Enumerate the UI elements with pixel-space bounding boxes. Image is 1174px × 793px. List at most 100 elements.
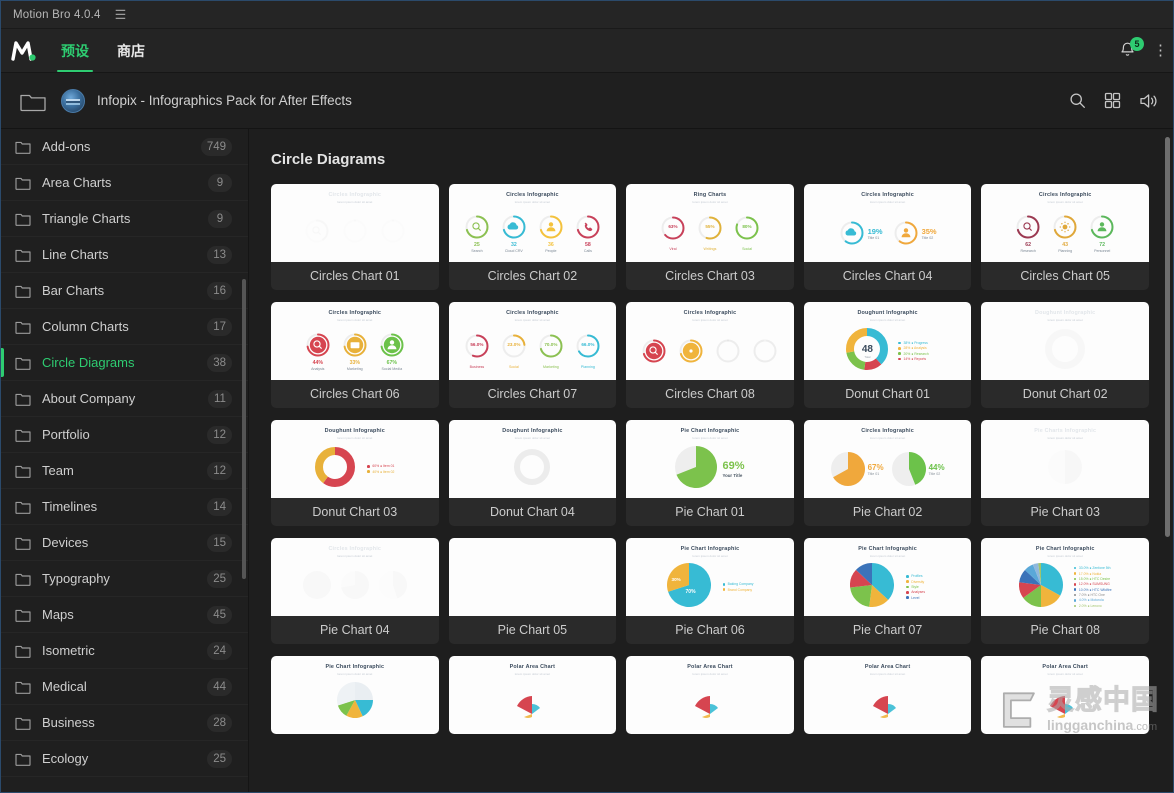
preset-label: Pie Chart 06 xyxy=(675,623,745,637)
ring-caption: Search xyxy=(471,248,483,253)
preset-thumbnail[interactable]: Circles Infographic lorem ipsum dolor sit… xyxy=(271,302,439,380)
folder-icon[interactable] xyxy=(19,90,47,112)
sidebar-scrollbar[interactable] xyxy=(242,279,246,579)
preset-card[interactable]: Circles Infographic lorem ipsum dolor sit… xyxy=(448,302,617,408)
scrollbar-thumb[interactable] xyxy=(1165,137,1170,537)
sidebar-item-business[interactable]: Business 28 xyxy=(1,705,248,741)
hamburger-icon[interactable]: ☰ xyxy=(115,8,127,21)
preset-card[interactable]: Doughunt Infographic lorem ipsum dolor si… xyxy=(271,420,439,526)
preset-card[interactable]: Doughunt Infographic lorem ipsum dolor si… xyxy=(448,420,617,526)
sidebar-item-triangle-charts[interactable]: Triangle Charts 9 xyxy=(1,201,248,237)
preset-thumbnail[interactable]: Circles Infographic lorem ipsum dolor sit… xyxy=(448,184,617,262)
preset-card[interactable]: Pie Charts Infographic lorem ipsum dolor … xyxy=(981,420,1149,526)
tab-store[interactable]: 商店 xyxy=(103,29,159,72)
ring-widget: 67% Social Media xyxy=(377,332,407,371)
sidebar-item-ecology[interactable]: Ecology 25 xyxy=(1,741,248,777)
preset-card[interactable]: Polar Area Chart lorem ipsum dolor sit am… xyxy=(626,656,794,734)
preset-card[interactable]: Circles Infographic lorem ipsum dolor sit… xyxy=(271,184,439,290)
preset-label: Pie Chart 03 xyxy=(1030,505,1100,519)
legend-label: 12.0% ● SUMSUNG xyxy=(1078,582,1110,587)
sidebar-item-add-ons[interactable]: Add-ons 749 xyxy=(1,129,248,165)
preset-card[interactable]: Pie Chart 05 xyxy=(448,538,617,644)
sidebar-item-line-charts[interactable]: Line Charts 13 xyxy=(1,237,248,273)
sidebar-item-typography[interactable]: Typography 25 xyxy=(1,561,248,597)
sidebar-item-medical[interactable]: Medical 44 xyxy=(1,669,248,705)
preset-thumbnail[interactable]: Polar Area Chart lorem ipsum dolor sit am… xyxy=(626,656,794,734)
preset-thumbnail[interactable]: Circles Infographic lorem ipsum dolor sit… xyxy=(271,184,439,262)
sidebar-item-about-company[interactable]: About Company 11 xyxy=(1,381,248,417)
preset-card[interactable]: Pie Chart Infographic lorem ipsum dolor s… xyxy=(626,420,794,526)
preset-card[interactable]: Circles Infographic lorem ipsum dolor sit… xyxy=(448,184,617,290)
preset-card[interactable]: Polar Area Chart lorem ipsum dolor sit am… xyxy=(448,656,617,734)
preset-thumbnail[interactable]: Doughunt Infographic lorem ipsum dolor si… xyxy=(448,420,617,498)
preset-card[interactable]: Pie Chart Infographic lorem ipsum dolor s… xyxy=(626,538,794,644)
sidebar-item-label: Devices xyxy=(42,535,89,550)
thumbnail-title: Pie Charts Infographic xyxy=(1034,428,1097,434)
sidebar-item-team[interactable]: Team 12 xyxy=(1,453,248,489)
preset-card[interactable]: Circles Infographic lorem ipsum dolor sit… xyxy=(271,538,439,644)
preset-card[interactable]: Pie Chart Infographic lorem ipsum dolor s… xyxy=(981,538,1149,644)
preset-thumbnail[interactable]: Ring Charts lorem ipsum dolor sit amet 63%… xyxy=(626,184,794,262)
pie-chart xyxy=(1018,562,1063,612)
preset-thumbnail[interactable]: Polar Area Chart lorem ipsum dolor sit am… xyxy=(803,656,972,734)
preset-card[interactable]: Pie Chart Infographic lorem ipsum dolor s… xyxy=(803,538,972,644)
preset-thumbnail[interactable]: Circles Infographic lorem ipsum dolor sit… xyxy=(626,302,794,380)
preset-thumbnail[interactable]: Pie Chart Infographic lorem ipsum dolor s… xyxy=(271,656,439,734)
grid-view-icon[interactable] xyxy=(1104,92,1121,109)
search-icon[interactable] xyxy=(1069,92,1086,109)
preset-thumbnail[interactable]: Doughunt Infographic lorem ipsum dolor si… xyxy=(803,302,972,380)
preset-thumbnail[interactable]: Pie Chart Infographic lorem ipsum dolor s… xyxy=(981,538,1149,616)
preset-thumbnail[interactable]: Pie Chart Infographic lorem ipsum dolor s… xyxy=(626,538,794,616)
preset-card[interactable]: Ring Charts lorem ipsum dolor sit amet 63%… xyxy=(626,184,794,290)
sidebar-item-devices[interactable]: Devices 15 xyxy=(1,525,248,561)
sidebar-item-timelines[interactable]: Timelines 14 xyxy=(1,489,248,525)
preset-thumbnail[interactable]: Circles Infographic lorem ipsum dolor sit… xyxy=(271,538,439,616)
ring-caption: Social Media xyxy=(381,366,403,371)
preset-thumbnail[interactable]: Polar Area Chart lorem ipsum dolor sit am… xyxy=(448,656,617,734)
content-scrollbar[interactable] xyxy=(1165,135,1170,788)
chart-legend: Baking Company Brand Company xyxy=(722,582,753,592)
sidebar-item-portfolio[interactable]: Portfolio 12 xyxy=(1,417,248,453)
tab-presets[interactable]: 预设 xyxy=(47,29,103,72)
ring-value: 66.0% xyxy=(581,342,595,347)
ring-caption: Planning xyxy=(1058,248,1073,253)
preset-thumbnail[interactable]: Doughunt Infographic lorem ipsum dolor si… xyxy=(981,302,1149,380)
preset-card[interactable]: Circles Infographic lorem ipsum dolor sit… xyxy=(626,302,794,408)
sidebar-item-column-charts[interactable]: Column Charts 17 xyxy=(1,309,248,345)
preset-thumbnail[interactable]: Circles Infographic lorem ipsum dolor sit… xyxy=(803,184,972,262)
kebab-menu-icon[interactable]: ⋮ xyxy=(1153,43,1168,58)
notifications-button[interactable]: 5 xyxy=(1119,36,1144,61)
preset-card[interactable]: Circles Infographic lorem ipsum dolor sit… xyxy=(981,184,1149,290)
preset-card[interactable]: Doughunt Infographic lorem ipsum dolor si… xyxy=(981,302,1149,408)
motion-bro-logo[interactable] xyxy=(1,40,47,62)
preset-label: Circles Chart 08 xyxy=(665,387,755,401)
sidebar-item-bar-charts[interactable]: Bar Charts 16 xyxy=(1,273,248,309)
sidebar-item-isometric[interactable]: Isometric 24 xyxy=(1,633,248,669)
preset-thumbnail[interactable]: Circles Infographic lorem ipsum dolor sit… xyxy=(981,184,1149,262)
preset-thumbnail[interactable]: Circles Infographic lorem ipsum dolor sit… xyxy=(448,302,617,380)
sidebar-item-label: Column Charts xyxy=(42,319,129,334)
sidebar-item-area-charts[interactable]: Area Charts 9 xyxy=(1,165,248,201)
preset-thumbnail[interactable] xyxy=(448,538,617,616)
preset-card[interactable]: Circles Infographic lorem ipsum dolor sit… xyxy=(803,420,972,526)
polar-area-chart xyxy=(1042,684,1088,723)
pie-caption: Title 01 xyxy=(867,471,880,476)
sidebar-item-maps[interactable]: Maps 45 xyxy=(1,597,248,633)
ring-caption: Research xyxy=(1020,248,1036,253)
ring-value: 25 xyxy=(474,241,480,248)
preset-card[interactable]: Pie Chart Infographic lorem ipsum dolor s… xyxy=(271,656,439,734)
preset-thumbnail[interactable]: Circles Infographic lorem ipsum dolor sit… xyxy=(803,420,972,498)
preset-card[interactable]: Polar Area Chart lorem ipsum dolor sit am… xyxy=(803,656,972,734)
sound-icon[interactable] xyxy=(1139,92,1159,110)
preset-thumbnail[interactable]: Pie Chart Infographic lorem ipsum dolor s… xyxy=(626,420,794,498)
preset-thumbnail[interactable]: Pie Charts Infographic lorem ipsum dolor … xyxy=(981,420,1149,498)
preset-thumbnail[interactable]: Polar Area Chart lorem ipsum dolor sit am… xyxy=(981,656,1149,734)
preset-card[interactable]: Doughunt Infographic lorem ipsum dolor si… xyxy=(803,302,972,408)
preset-thumbnail[interactable]: Doughunt Infographic lorem ipsum dolor si… xyxy=(271,420,439,498)
sidebar-item-circle-diagrams[interactable]: Circle Diagrams 38 xyxy=(1,345,248,381)
preset-thumbnail[interactable]: Pie Chart Infographic lorem ipsum dolor s… xyxy=(803,538,972,616)
preset-card[interactable]: Polar Area Chart lorem ipsum dolor sit am… xyxy=(981,656,1149,734)
preset-card[interactable]: Circles Infographic lorem ipsum dolor sit… xyxy=(271,302,439,408)
preset-card[interactable]: Circles Infographic lorem ipsum dolor sit… xyxy=(803,184,972,290)
pie-slice-value: 70% xyxy=(685,588,696,595)
